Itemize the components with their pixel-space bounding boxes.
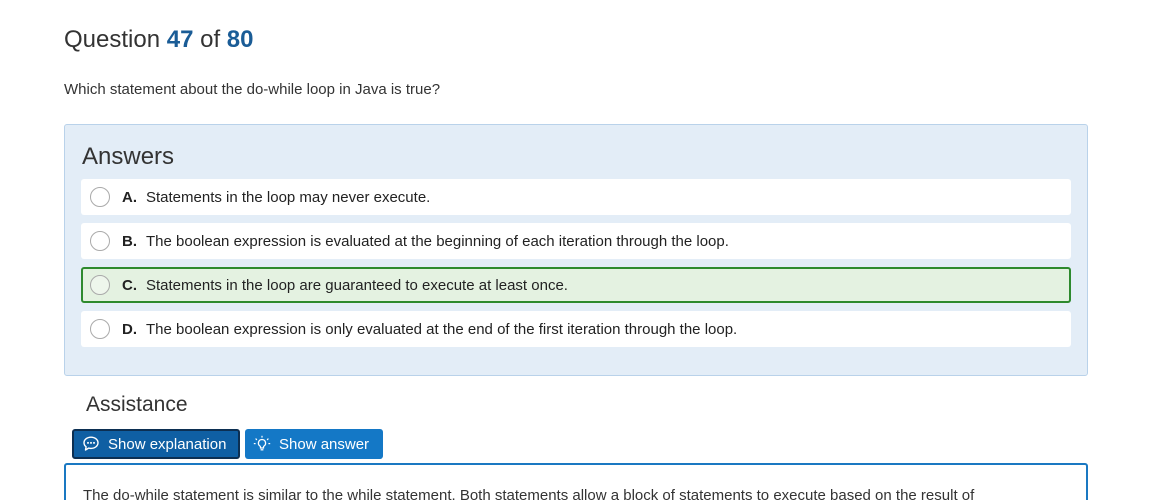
answer-letter: A. <box>122 188 137 206</box>
show-answer-button[interactable]: Show answer <box>245 429 383 459</box>
answers-panel: Answers A. Statements in the loop may ne… <box>64 124 1088 376</box>
answer-letter: B. <box>122 232 137 250</box>
explanation-panel: The do-while statement is similar to the… <box>64 463 1088 500</box>
lightbulb-icon <box>253 435 271 453</box>
answer-text: Statements in the loop may never execute… <box>146 188 431 206</box>
show-answer-label: Show answer <box>279 435 370 453</box>
question-heading: Question 47 of 80 <box>64 26 254 54</box>
answer-letter: C. <box>122 276 137 294</box>
answer-option-d[interactable]: D. The boolean expression is only evalua… <box>81 311 1071 347</box>
answer-text: Statements in the loop are guaranteed to… <box>146 276 568 294</box>
show-explanation-label: Show explanation <box>108 435 227 453</box>
question-separator: of <box>200 26 221 53</box>
radio-button[interactable] <box>90 275 110 295</box>
answer-letter: D. <box>122 320 137 338</box>
explanation-text: The do-while statement is similar to the… <box>83 487 975 500</box>
radio-button[interactable] <box>90 187 110 207</box>
question-total-number: 80 <box>226 26 254 53</box>
show-explanation-button[interactable]: Show explanation <box>72 429 240 459</box>
assistance-title: Assistance <box>86 393 188 416</box>
question-current-number: 47 <box>166 26 194 53</box>
radio-button[interactable] <box>90 319 110 339</box>
speech-bubble-icon <box>82 435 100 453</box>
answer-option-b[interactable]: B. The boolean expression is evaluated a… <box>81 223 1071 259</box>
question-prefix: Question <box>64 26 161 53</box>
answer-option-c[interactable]: C. Statements in the loop are guaranteed… <box>81 267 1071 303</box>
answer-text: The boolean expression is only evaluated… <box>146 320 738 338</box>
answer-text: The boolean expression is evaluated at t… <box>146 232 729 250</box>
answers-title: Answers <box>82 143 175 170</box>
answer-option-a[interactable]: A. Statements in the loop may never exec… <box>81 179 1071 215</box>
radio-button[interactable] <box>90 231 110 251</box>
question-text: Which statement about the do-while loop … <box>64 81 441 98</box>
